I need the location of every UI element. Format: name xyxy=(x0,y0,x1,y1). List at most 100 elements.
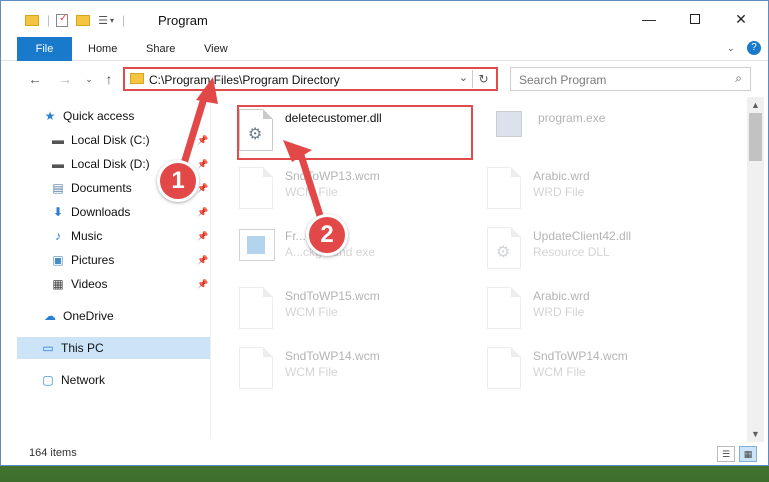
properties-icon[interactable]: ✓ xyxy=(56,13,69,27)
recent-locations-chevron-icon[interactable]: ⌄ xyxy=(79,69,99,89)
pin-icon[interactable]: 📌 xyxy=(197,225,208,247)
vertical-scrollbar[interactable]: ▲ ▼ xyxy=(747,97,764,442)
sidebar-item-label: Network xyxy=(61,373,106,387)
minimize-button[interactable]: — xyxy=(626,1,672,37)
scroll-down-icon[interactable]: ▼ xyxy=(747,426,764,442)
file-list: ⚙ deletecustomer.dll program.exe SndToWP… xyxy=(212,97,747,437)
file-item[interactable]: Arabic.wrd WRD File xyxy=(487,285,717,337)
exe-file-icon xyxy=(496,111,522,137)
file-item[interactable]: Fr...exe A...ckground exe xyxy=(239,225,469,277)
toolbar-separator: | xyxy=(47,13,51,27)
sidebar-item-onedrive[interactable]: ☁ OneDrive xyxy=(41,305,114,327)
star-icon: ★ xyxy=(44,109,56,123)
pin-icon[interactable]: 📌 xyxy=(197,249,208,271)
item-count: 164 items xyxy=(29,447,77,459)
sidebar-item-network[interactable]: ▢ Network xyxy=(39,369,105,391)
pin-icon[interactable]: 📌 xyxy=(197,201,208,223)
file-item[interactable]: SndToWP14.wcm WCM File xyxy=(239,345,469,397)
dll-file-icon: ⚙ xyxy=(487,227,521,269)
up-arrow-icon[interactable]: ↑ xyxy=(99,69,119,89)
sidebar-item-label: Documents xyxy=(71,181,132,195)
file-item[interactable]: ⚙ UpdateClient42.dll Resource DLL xyxy=(487,225,717,277)
sidebar-item-label: Pictures xyxy=(71,253,115,267)
file-item[interactable]: SndToWP13.wcm WCM File xyxy=(239,165,469,217)
sidebar-item-label: Local Disk (C:) xyxy=(71,133,150,147)
folder-icon[interactable] xyxy=(25,14,39,26)
gear-icon: ⚙ xyxy=(496,244,511,261)
help-icon[interactable]: ? xyxy=(747,41,761,55)
file-name: Arabic.wrd xyxy=(533,289,590,303)
search-icon[interactable]: ⌕ xyxy=(735,71,742,86)
file-icon xyxy=(487,347,521,389)
maximize-button[interactable] xyxy=(672,1,718,37)
quick-access-toolbar: | ✓ ☰ ▾ | xyxy=(25,11,125,29)
file-name: Arabic.wrd xyxy=(533,169,590,183)
pin-icon[interactable]: 📌 xyxy=(197,273,208,295)
network-icon: ▢ xyxy=(42,373,54,387)
toolbar-separator: | xyxy=(122,13,126,27)
documents-icon: ▤ xyxy=(52,181,64,195)
customize-toolbar-icon[interactable]: ☰ xyxy=(98,14,108,27)
navigation-pane: ★ Quick access ▬ Local Disk (C:) 📌 ▬ Local … xyxy=(1,97,211,437)
videos-icon: ▦ xyxy=(52,277,64,291)
file-icon xyxy=(239,287,273,329)
address-bar[interactable]: C:\Program Files\Program Directory ⌄ ↻ xyxy=(123,67,498,91)
new-folder-icon[interactable] xyxy=(76,14,91,26)
computer-icon: ▭ xyxy=(42,341,54,355)
search-placeholder: Search Program xyxy=(519,73,607,87)
tab-view[interactable]: View xyxy=(194,37,238,61)
sidebar-item-local-disk-c[interactable]: ▬ Local Disk (C:) 📌 xyxy=(49,129,211,151)
chevron-down-icon[interactable]: ▾ xyxy=(110,16,114,25)
file-type: WRD File xyxy=(533,185,585,199)
file-item[interactable]: Arabic.wrd WRD File xyxy=(487,165,717,217)
scroll-up-icon[interactable]: ▲ xyxy=(747,97,764,113)
tab-file[interactable]: File xyxy=(17,37,72,61)
tab-share[interactable]: Share xyxy=(136,37,185,61)
folder-icon xyxy=(130,73,144,84)
file-explorer-window: | ✓ ☰ ▾ | Program — ✕ File Home Share Vi… xyxy=(0,0,769,466)
close-button[interactable]: ✕ xyxy=(718,1,764,37)
details-view-icon[interactable]: ☰ xyxy=(717,446,735,462)
file-item[interactable]: SndToWP14.wcm WCM File xyxy=(487,345,717,397)
app-file-icon xyxy=(239,229,275,261)
sidebar-item-this-pc[interactable]: ▭ This PC xyxy=(17,337,210,359)
sidebar-item-videos[interactable]: ▦ Videos 📌 xyxy=(49,273,211,295)
sidebar-item-label: Music xyxy=(71,229,103,243)
sidebar-item-music[interactable]: ♪ Music 📌 xyxy=(49,225,211,247)
ribbon-tabs: File Home Share View ⌄ ? xyxy=(1,37,768,61)
address-path: C:\Program Files\Program Directory xyxy=(149,73,340,87)
search-input[interactable]: Search Program ⌕ xyxy=(510,67,751,91)
large-icons-view-icon[interactable]: ▦ xyxy=(739,446,757,462)
scroll-thumb[interactable] xyxy=(749,113,762,161)
file-type: WRD File xyxy=(533,305,585,319)
chevron-down-icon[interactable]: ⌄ xyxy=(459,71,468,84)
sidebar-item-label: Downloads xyxy=(71,205,131,219)
sidebar-item-label: Videos xyxy=(71,277,108,291)
file-highlight-box xyxy=(237,105,473,160)
file-item-program-exe[interactable]: program.exe xyxy=(492,107,722,159)
music-icon: ♪ xyxy=(55,229,61,243)
file-type: WCM File xyxy=(533,365,586,379)
file-type: Resource DLL xyxy=(533,245,610,259)
file-item[interactable]: SndToWP15.wcm WCM File xyxy=(239,285,469,337)
forward-arrow-icon[interactable]: → xyxy=(55,69,75,89)
file-icon xyxy=(239,347,273,389)
window-title: Program xyxy=(158,13,208,28)
sidebar-item-quick-access[interactable]: ★ Quick access xyxy=(41,105,135,127)
sidebar-item-downloads[interactable]: ⬇ Downloads 📌 xyxy=(49,201,211,223)
file-icon xyxy=(487,287,521,329)
pin-icon[interactable]: 📌 xyxy=(197,129,208,151)
ribbon-expand-icon[interactable]: ⌄ xyxy=(727,43,735,54)
file-name: program.exe xyxy=(538,111,606,125)
back-arrow-icon[interactable]: ← xyxy=(25,69,45,89)
file-name: SndToWP14.wcm xyxy=(285,349,380,363)
status-bar: 164 items ☰ ▦ xyxy=(1,442,768,465)
file-type: WCM File xyxy=(285,365,338,379)
sidebar-item-pictures[interactable]: ▣ Pictures 📌 xyxy=(49,249,211,271)
file-name: SndToWP15.wcm xyxy=(285,289,380,303)
address-row: ← → ⌄ ↑ C:\Program Files\Program Directo… xyxy=(1,63,768,95)
refresh-icon[interactable]: ↻ xyxy=(472,70,494,88)
tab-home[interactable]: Home xyxy=(78,37,127,61)
pin-icon[interactable]: 📌 xyxy=(197,153,208,175)
file-type: WCM File xyxy=(285,305,338,319)
